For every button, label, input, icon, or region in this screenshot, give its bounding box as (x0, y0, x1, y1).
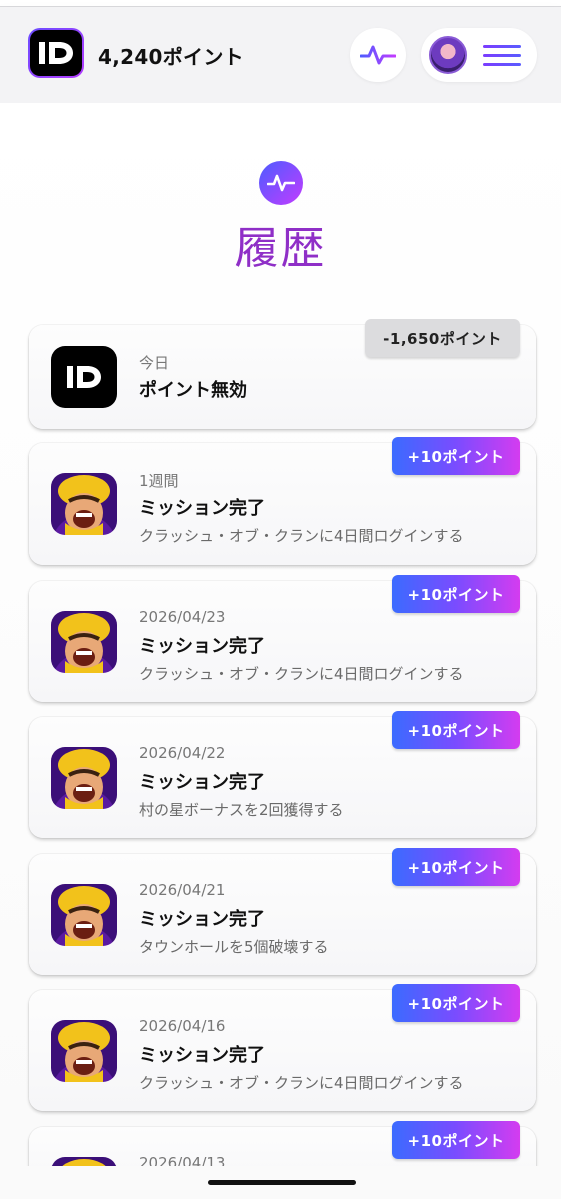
history-item[interactable]: 今日 ポイント無効 -1,650ポイント (29, 319, 536, 429)
clash-of-clans-icon (51, 1020, 117, 1082)
history-item[interactable]: 1週間 ミッション完了 クラッシュ・オブ・クランに4日間ログインする +10ポイ… (29, 437, 536, 565)
points-balance: 4,240ポイント (98, 45, 244, 69)
points-badge: +10ポイント (392, 1121, 520, 1159)
points-badge: +10ポイント (392, 848, 520, 886)
activity-button[interactable] (350, 28, 406, 82)
account-menu-button[interactable] (421, 28, 537, 82)
points-badge: +10ポイント (392, 437, 520, 475)
history-title: ミッション完了 (139, 909, 265, 930)
points-badge: -1,650ポイント (365, 319, 520, 357)
history-date: 2026/04/22 (139, 744, 226, 762)
history-subtitle: タウンホールを5個破壊する (139, 938, 329, 956)
clash-of-clans-icon (51, 611, 117, 673)
history-title: ミッション完了 (139, 498, 265, 519)
history-date: 2026/04/21 (139, 881, 226, 899)
clash-of-clans-icon (51, 747, 117, 809)
history-subtitle: クラッシュ・オブ・クランに4日間ログインする (139, 665, 464, 683)
history-title: ポイント無効 (139, 380, 247, 401)
history-date: 2026/04/23 (139, 608, 226, 626)
history-item[interactable]: 2026/04/23 ミッション完了 クラッシュ・オブ・クランに4日間ログインす… (29, 575, 536, 702)
history-date: 2026/04/16 (139, 1017, 226, 1035)
hamburger-menu-icon[interactable] (483, 45, 521, 67)
home-indicator[interactable] (208, 1180, 356, 1185)
points-badge: +10ポイント (392, 711, 520, 749)
history-item[interactable]: 2026/04/16 ミッション完了 クラッシュ・オブ・クランに4日間ログインす… (29, 984, 536, 1111)
id-logo-icon[interactable] (28, 28, 84, 78)
activity-pulse-icon (259, 161, 303, 205)
clash-of-clans-icon (51, 884, 117, 946)
id-logo-icon (51, 346, 117, 408)
page-title: 履歴 (234, 223, 327, 274)
points-badge: +10ポイント (392, 984, 520, 1022)
history-title: ミッション完了 (139, 772, 265, 793)
history-title: ミッション完了 (139, 636, 265, 657)
history-item[interactable]: 2026/04/22 ミッション完了 村の星ボーナスを2回獲得する +10ポイン… (29, 711, 536, 838)
history-title: ミッション完了 (139, 1045, 265, 1066)
history-date: 1週間 (139, 472, 179, 490)
avatar[interactable] (429, 36, 467, 74)
clash-of-clans-icon (51, 473, 117, 535)
history-subtitle: クラッシュ・オブ・クランに4日間ログインする (139, 527, 464, 545)
history-item[interactable]: 2026/04/21 ミッション完了 タウンホールを5個破壊する +10ポイント (29, 848, 536, 975)
app-header: 4,240ポイント (0, 7, 561, 103)
history-date: 今日 (139, 354, 170, 372)
points-badge: +10ポイント (392, 575, 520, 613)
history-subtitle: 村の星ボーナスを2回獲得する (139, 801, 344, 819)
activity-pulse-icon (360, 45, 396, 65)
history-subtitle: クラッシュ・オブ・クランに4日間ログインする (139, 1074, 464, 1092)
